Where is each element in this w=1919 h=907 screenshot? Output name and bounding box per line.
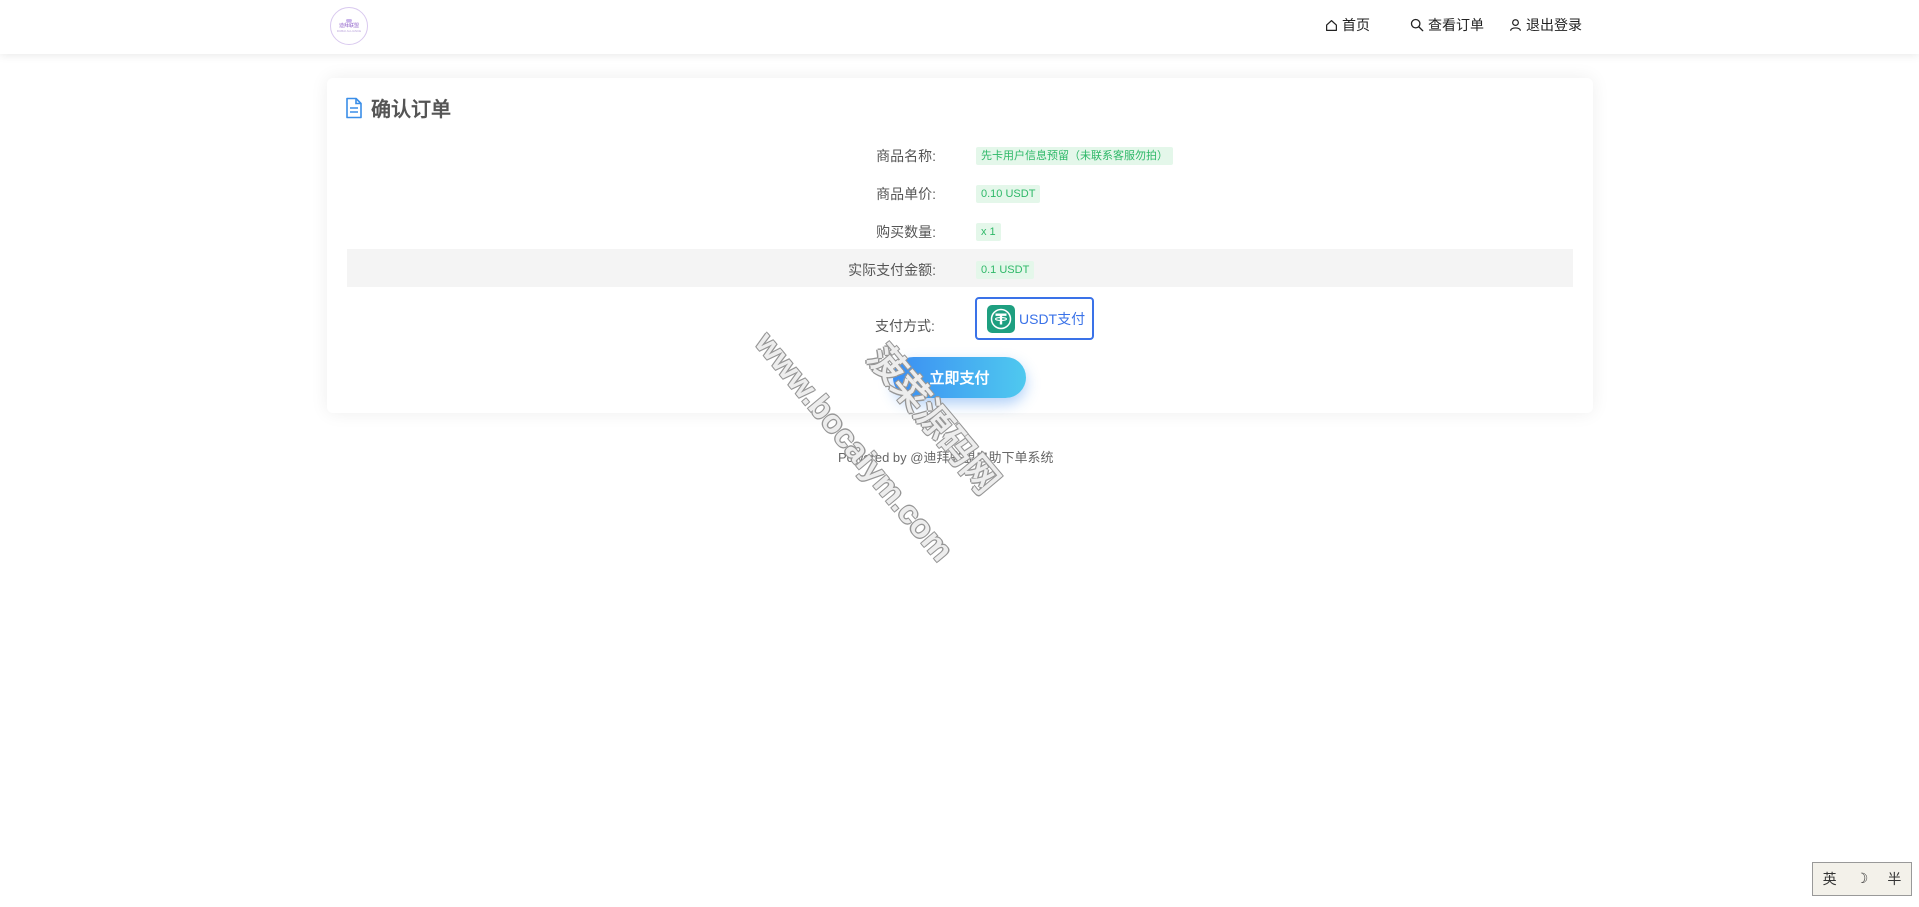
nav-logout[interactable]: 退出登录 — [1509, 14, 1582, 36]
nav-logout-label: 退出登录 — [1526, 17, 1582, 33]
total-value: 0.1 USDT — [976, 261, 1035, 279]
usdt-icon — [987, 304, 1015, 333]
row-unit-price: 商品单价: 0.10 USDT — [347, 173, 1573, 211]
quantity-label: 购买数量: — [876, 224, 936, 240]
quantity-value: x 1 — [976, 223, 1001, 241]
usdt-payment-option[interactable]: USDT支付 — [975, 297, 1094, 340]
product-name-label: 商品名称: — [876, 148, 936, 164]
ime-moon-icon[interactable]: ☽ — [1856, 871, 1869, 887]
document-icon — [346, 97, 362, 118]
product-name-value: 先卡用户信息预留（未联系客服勿拍） — [976, 147, 1173, 165]
pay-now-button[interactable]: 立即支付 — [893, 357, 1026, 398]
row-total: 实际支付金额: 0.1 USDT — [347, 249, 1573, 287]
total-label: 实际支付金额: — [848, 262, 936, 278]
search-icon — [1410, 18, 1424, 32]
order-card-header: 确认订单 — [345, 93, 451, 122]
unit-price-value: 0.10 USDT — [976, 185, 1041, 203]
nav-view-orders-label: 查看订单 — [1428, 17, 1484, 33]
nav-view-orders[interactable]: 查看订单 — [1410, 14, 1484, 36]
logo-ornament — [346, 19, 352, 22]
ime-toolbar[interactable]: 英 ☽ 半 — [1812, 862, 1912, 896]
home-icon — [1326, 19, 1337, 31]
logo-subtitle: DUBAI ALLIANCE — [336, 29, 362, 33]
unit-price-label: 商品单价: — [876, 186, 936, 202]
payment-method-label: 支付方式: — [875, 318, 935, 334]
nav-home-label: 首页 — [1342, 17, 1370, 33]
ime-language-toggle[interactable]: 英 — [1823, 869, 1837, 889]
row-product-name: 商品名称: 先卡用户信息预留（未联系客服勿拍） — [347, 135, 1573, 173]
usdt-payment-label: USDT支付 — [1019, 310, 1086, 327]
footer-powered-by: Powered by @迪拜联盟自助下单系统 — [838, 450, 1054, 465]
site-logo[interactable]: 迪拜联盟 DUBAI ALLIANCE — [330, 7, 368, 45]
top-navbar: 迪拜联盟 DUBAI ALLIANCE 首页 查看订单 退出登录 — [0, 0, 1919, 54]
nav-home[interactable]: 首页 — [1325, 14, 1370, 36]
ime-half-width-toggle[interactable]: 半 — [1887, 869, 1901, 889]
page-title: 确认订单 — [371, 99, 451, 121]
row-quantity: 购买数量: x 1 — [347, 211, 1573, 249]
user-icon — [1510, 19, 1521, 31]
